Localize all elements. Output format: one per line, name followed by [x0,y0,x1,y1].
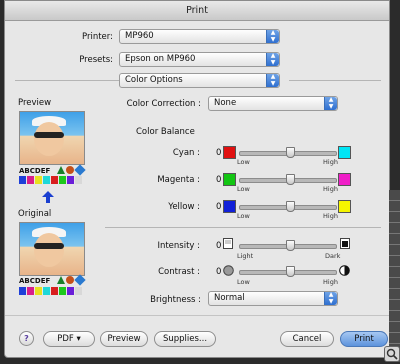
preview-image [19,111,85,165]
popup-arrows-icon: ▲ ▼ [324,291,337,305]
preview-swatches [19,176,82,184]
popup-arrows-icon: ▲ ▼ [324,96,337,110]
popup-arrows-icon: ▲ ▼ [266,29,279,43]
yellow-low-label: Low [237,212,250,220]
popup-arrows-icon: ▲ ▼ [266,52,279,66]
cyan-swatch-icon [338,146,351,159]
magenta-label: Magenta : [157,175,200,185]
original-shapes [57,274,86,286]
presets-popup[interactable]: Epson on MP960 ▲ ▼ [119,52,280,67]
yellow-label: Yellow : [168,202,200,212]
green-swatch-icon [223,173,236,186]
separator [15,80,119,81]
magenta-value: 0 [216,175,222,185]
blue-swatch-icon [223,200,236,213]
original-swatches [19,287,82,295]
yellow-value: 0 [216,202,222,212]
contrast-high-label: High [323,278,338,286]
cyan-high-label: High [323,158,338,166]
preview-label: Preview [18,98,52,108]
yellow-slider[interactable] [239,201,337,212]
original-image [19,222,85,276]
supplies-button[interactable]: Supplies... [154,331,216,347]
original-chart-text: ABCDEF [19,277,51,285]
intensity-label: Intensity : [157,241,200,251]
popup-arrows-icon: ▲ ▼ [266,73,279,87]
magenta-swatch-icon [338,173,351,186]
red-swatch-icon [223,146,236,159]
printer-value: MP960 [125,31,154,41]
cyan-low-label: Low [237,158,250,166]
up-arrow-icon [42,191,54,203]
original-label: Original [18,209,52,219]
preview-shapes [57,164,86,176]
printer-popup[interactable]: MP960 ▲ ▼ [119,29,280,44]
presets-value: Epson on MP960 [125,54,196,64]
pdf-button[interactable]: PDF ▾ [43,331,95,347]
contrast-label: Contrast : [158,267,200,277]
intensity-low-label: Light [237,252,254,260]
help-button[interactable]: ? [19,331,34,346]
intensity-value: 0 [216,241,222,251]
dark-document-icon [340,238,350,249]
magnifier-icon[interactable] [384,346,400,362]
slider-knob[interactable] [286,201,295,212]
contrast-value: 0 [216,267,222,277]
presets-label: Presets: [79,55,113,65]
high-contrast-icon [339,265,350,276]
slider-knob[interactable] [286,147,295,158]
separator [289,80,381,81]
color-balance-title: Color Balance [136,127,195,137]
cancel-button[interactable]: Cancel [280,331,334,347]
intensity-slider[interactable] [239,240,337,251]
color-correction-popup[interactable]: None ▲ ▼ [208,96,338,111]
yellow-swatch-icon [338,200,351,213]
preview-chart-text: ABCDEF [19,167,51,175]
window-title: Print [5,1,389,21]
contrast-low-label: Low [237,278,250,286]
separator [5,315,389,316]
desktop-background [389,190,400,362]
preview-button[interactable]: Preview [100,331,148,347]
color-correction-label: Color Correction : [126,99,201,109]
slider-knob[interactable] [286,240,295,251]
brightness-popup[interactable]: Normal ▲ ▼ [208,291,338,306]
magenta-low-label: Low [237,185,250,193]
printer-label: Printer: [82,32,113,42]
panel-value: Color Options [125,75,183,85]
low-contrast-icon [223,265,234,276]
panel-popup[interactable]: Color Options ▲ ▼ [119,73,280,88]
cyan-slider[interactable] [239,147,337,158]
color-correction-value: None [214,98,237,108]
light-document-icon [223,238,233,249]
print-dialog: Print Printer: MP960 ▲ ▼ Presets: Epson o… [4,0,390,358]
cyan-label: Cyan : [172,148,200,158]
slider-knob[interactable] [286,266,295,277]
cyan-value: 0 [216,148,222,158]
magenta-slider[interactable] [239,174,337,185]
contrast-slider[interactable] [239,266,337,277]
brightness-label: Brightness : [150,295,201,305]
separator [105,227,381,228]
brightness-value: Normal [214,293,245,303]
slider-knob[interactable] [286,174,295,185]
print-button[interactable]: Print [340,331,388,347]
yellow-high-label: High [323,212,338,220]
magenta-high-label: High [323,185,338,193]
intensity-high-label: Dark [325,252,341,260]
